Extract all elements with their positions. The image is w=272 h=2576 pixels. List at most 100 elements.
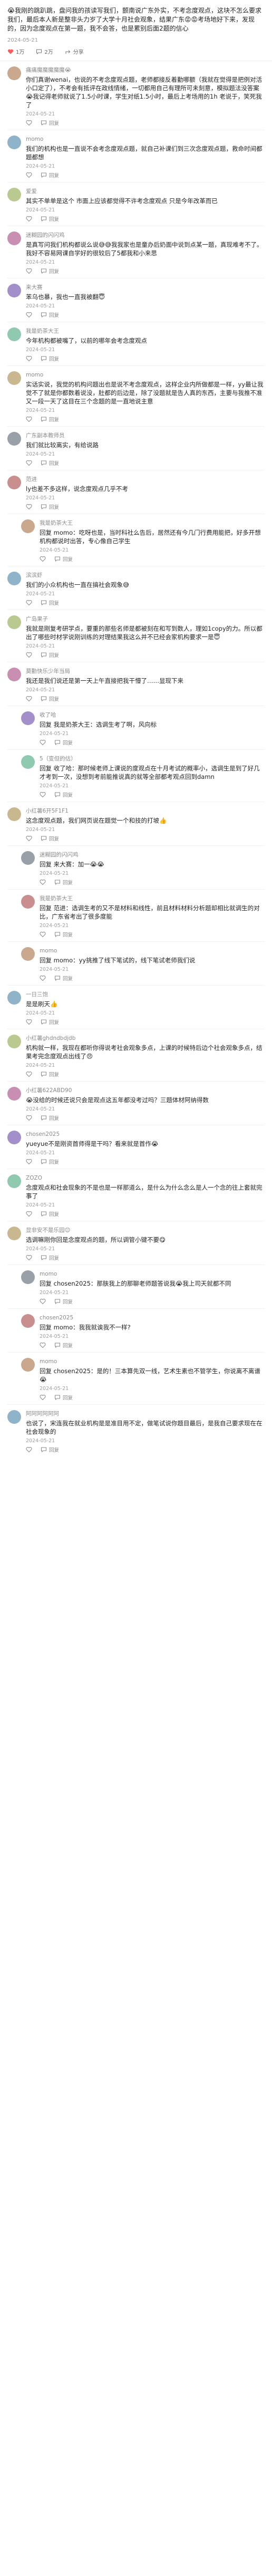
like-button[interactable]: [40, 556, 46, 562]
reply-button[interactable]: 回复: [41, 355, 59, 362]
comment-author[interactable]: momo: [40, 1358, 265, 1365]
comment-author[interactable]: ZOZO: [26, 1174, 265, 1182]
like-button[interactable]: [26, 312, 32, 318]
comment-author[interactable]: chosen2025: [40, 1314, 265, 1321]
reply-button[interactable]: 回复: [41, 267, 59, 275]
avatar[interactable]: [7, 1035, 21, 1048]
avatar[interactable]: [7, 615, 21, 629]
reply-button[interactable]: 回复: [41, 695, 59, 702]
avatar[interactable]: [21, 519, 35, 533]
reply-button[interactable]: 回复: [54, 879, 73, 886]
reply-button[interactable]: 回复: [54, 1394, 73, 1401]
comment-author[interactable]: momo: [26, 136, 265, 143]
like-button[interactable]: [26, 1446, 32, 1453]
comment-author[interactable]: 痛痛魔魔魔魔魔😭: [26, 66, 265, 74]
comment-author[interactable]: 收了哈: [40, 711, 265, 719]
avatar[interactable]: [7, 284, 21, 297]
reply-button[interactable]: 回复: [54, 555, 73, 563]
avatar[interactable]: [7, 572, 21, 585]
reply-button[interactable]: 回复: [41, 1114, 59, 1122]
like-button[interactable]: [26, 268, 32, 274]
comment-author[interactable]: chosen2025: [26, 1131, 265, 1138]
comment-author[interactable]: momo: [26, 371, 265, 379]
like-button[interactable]: [26, 652, 32, 658]
avatar[interactable]: [21, 711, 35, 725]
reply-button[interactable]: 回复: [54, 791, 73, 798]
comment-author[interactable]: 来大赛: [26, 284, 265, 291]
reply-button[interactable]: 回复: [54, 1342, 73, 1349]
like-button[interactable]: [26, 355, 32, 362]
avatar[interactable]: [7, 66, 21, 80]
like-button[interactable]: [40, 1342, 46, 1348]
reply-button[interactable]: 回复: [41, 1446, 59, 1453]
avatar[interactable]: [21, 755, 35, 769]
like-button[interactable]: [26, 416, 32, 422]
comment-author[interactable]: momo: [40, 947, 265, 954]
reply-button[interactable]: 回复: [54, 931, 73, 938]
comment-author[interactable]: 广东副本教师员: [26, 432, 265, 439]
like-button[interactable]: [26, 1115, 32, 1121]
avatar[interactable]: [7, 1131, 21, 1144]
like-button[interactable]: [40, 879, 46, 885]
reply-button[interactable]: 回复: [41, 1018, 59, 1026]
comment-author[interactable]: 小红薯ghdndbdjdb: [26, 1035, 265, 1042]
comment-author[interactable]: 范进: [26, 476, 265, 483]
reply-button[interactable]: 回复: [41, 835, 59, 842]
like-button[interactable]: [40, 1298, 46, 1305]
avatar[interactable]: [21, 851, 35, 865]
comment-author[interactable]: 我是奶茶大王: [26, 327, 265, 335]
like-button[interactable]: [40, 931, 46, 938]
like-button[interactable]: [26, 460, 32, 466]
like-button[interactable]: [26, 696, 32, 702]
comment-author[interactable]: 广岛果子: [26, 615, 265, 623]
reply-button[interactable]: 回复: [41, 1254, 59, 1261]
reply-button[interactable]: 回复: [54, 739, 73, 746]
reply-button[interactable]: 回复: [41, 651, 59, 659]
reply-button[interactable]: 回复: [41, 119, 59, 127]
like-button[interactable]: [40, 792, 46, 798]
like-button[interactable]: [26, 1071, 32, 1077]
avatar[interactable]: [7, 371, 21, 385]
comment-button[interactable]: 2万: [36, 47, 53, 55]
avatar[interactable]: [21, 895, 35, 909]
like-button[interactable]: [26, 1019, 32, 1025]
comment-author[interactable]: 爱爱: [26, 188, 265, 195]
avatar[interactable]: [7, 1087, 21, 1101]
comment-author[interactable]: 迷糊园的闪闪鸡: [40, 851, 265, 858]
avatar[interactable]: [21, 947, 35, 961]
reply-button[interactable]: 回复: [41, 1070, 59, 1078]
reply-button[interactable]: 回复: [54, 1298, 73, 1305]
like-button[interactable]: [26, 1255, 32, 1261]
share-button[interactable]: 分享: [65, 47, 84, 55]
comment-author[interactable]: 5（变但的估）: [40, 755, 265, 763]
reply-button[interactable]: 回复: [41, 459, 59, 467]
like-button[interactable]: [26, 504, 32, 510]
comment-author[interactable]: 显非安不是乐园😊: [26, 1227, 265, 1234]
comment-author[interactable]: momo: [40, 1270, 265, 1278]
comment-author[interactable]: 小红薯622ABD90: [26, 1087, 265, 1094]
comment-author[interactable]: 莫勤快乐少年当局: [26, 668, 265, 675]
like-button[interactable]: [40, 1394, 46, 1401]
avatar[interactable]: [7, 668, 21, 681]
comment-author[interactable]: 我是奶茶大王: [40, 895, 265, 902]
like-button[interactable]: [26, 1159, 32, 1165]
reply-button[interactable]: 回复: [41, 503, 59, 510]
comment-author[interactable]: 小红薯6开5F1F1: [26, 807, 265, 815]
avatar[interactable]: [7, 1227, 21, 1240]
like-button[interactable]: [26, 120, 32, 126]
avatar[interactable]: [7, 231, 21, 245]
avatar[interactable]: [21, 1358, 35, 1372]
comment-author[interactable]: 阿阿阿阿阿阿: [26, 1410, 265, 1417]
avatar[interactable]: [21, 1314, 35, 1328]
reply-button[interactable]: 回复: [54, 975, 73, 982]
like-button[interactable]: [26, 1211, 32, 1217]
like-button[interactable]: [40, 739, 46, 746]
comment-author[interactable]: 一日三饱: [26, 991, 265, 998]
avatar[interactable]: [7, 136, 21, 149]
comment-author[interactable]: 我是奶茶大王: [40, 519, 265, 527]
reply-button[interactable]: 回复: [41, 311, 59, 319]
reply-button[interactable]: 回复: [41, 416, 59, 423]
avatar[interactable]: [7, 991, 21, 1005]
avatar[interactable]: [21, 1270, 35, 1284]
avatar[interactable]: [7, 807, 21, 821]
